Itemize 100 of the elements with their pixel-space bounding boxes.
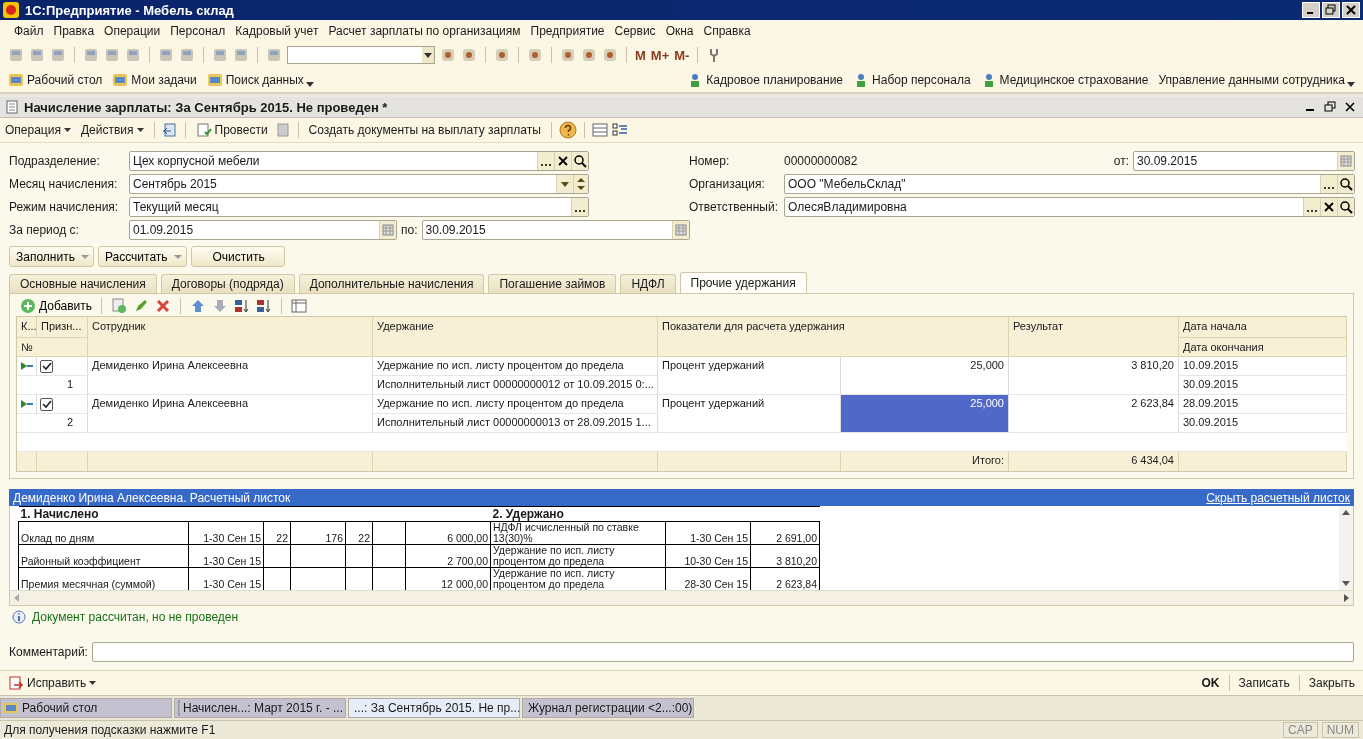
dropdown-icon[interactable] (1347, 81, 1355, 87)
menu-item[interactable]: Расчет зарплаты по организациям (328, 24, 521, 38)
move-up-icon[interactable] (190, 298, 207, 314)
panel-button[interactable]: Управление данными сотрудника (1158, 73, 1345, 87)
panel-button[interactable]: Кадровое планирование (687, 72, 844, 88)
table-cell[interactable]: 25,000 (841, 395, 1009, 433)
column-header[interactable]: Дата окончания (1179, 338, 1347, 357)
input-field[interactable]: ООО "МебельСклад" (784, 174, 1355, 194)
panel-button[interactable]: Рабочий стол (8, 72, 103, 88)
panel-button[interactable]: Медицинское страхование (980, 72, 1149, 88)
menu-item[interactable]: Справка (703, 24, 751, 38)
restore-icon[interactable] (1322, 2, 1340, 18)
date-field[interactable]: 01.09.2015 (129, 220, 397, 240)
import-icon[interactable] (161, 122, 178, 138)
input-field[interactable]: Сентябрь 2015 (129, 174, 589, 194)
column-header[interactable]: Удержание (373, 317, 658, 357)
menu-item[interactable]: Кадровый учет (235, 24, 319, 38)
column-header[interactable]: Результат (1009, 317, 1179, 357)
payslip-cell: НДФЛ исчисленный по ставке 13(30)% (493, 521, 639, 544)
scroll-down-icon[interactable] (1342, 581, 1350, 586)
tab[interactable]: Прочие удержания (679, 272, 807, 293)
payslip-cell: Премия месячная (суммой) (21, 578, 156, 590)
dropdown-icon[interactable] (556, 175, 573, 193)
vertical-scrollbar[interactable] (1339, 506, 1353, 590)
scroll-up-icon[interactable] (1342, 510, 1350, 515)
restore-icon[interactable] (1323, 101, 1337, 113)
ellipsis-icon[interactable] (571, 198, 588, 216)
fix-button[interactable]: Исправить (6, 675, 99, 691)
toolbar-button[interactable]: Операция (2, 121, 74, 139)
form-button[interactable]: Очистить (190, 246, 285, 267)
close-icon[interactable] (1343, 101, 1357, 113)
taskbar-item[interactable]: ...: За Сентябрь 2015. Не пр... (348, 698, 520, 718)
checkbox[interactable] (40, 359, 53, 373)
toolbar-button[interactable]: Создать документы на выплату зарплаты (305, 121, 544, 139)
dropdown-icon[interactable] (305, 81, 314, 87)
panel-button[interactable]: Набор персонала (853, 72, 971, 88)
pencil-icon[interactable] (133, 298, 150, 314)
copy-row-icon[interactable] (111, 298, 128, 314)
menu-item[interactable]: Файл (14, 24, 44, 38)
date-field[interactable]: 30.09.2015 (1133, 151, 1355, 171)
table-settings-icon[interactable] (291, 298, 308, 314)
clear-icon[interactable] (1320, 198, 1337, 216)
menu-item[interactable]: Окна (665, 24, 694, 38)
input-field[interactable]: ОлесяВладимировна (784, 197, 1355, 217)
panel-button[interactable]: Поиск данных (206, 72, 304, 88)
delete-icon[interactable] (155, 298, 172, 314)
form-button[interactable]: Рассчитать (97, 246, 187, 267)
taskbar-item[interactable]: Начислен...: Март 2015 г. - ... (174, 698, 346, 718)
minimize-icon[interactable] (1302, 2, 1320, 18)
checklist-icon[interactable] (611, 122, 628, 138)
horizontal-scrollbar[interactable] (10, 590, 1353, 605)
memory-button[interactable]: M+ (650, 47, 670, 63)
tab[interactable]: НДФЛ (620, 274, 676, 293)
menu-item[interactable]: Операции (104, 24, 161, 38)
toolbar-button[interactable]: Провести (192, 120, 271, 140)
memory-button[interactable]: M- (674, 47, 690, 63)
ellipsis-icon[interactable] (537, 152, 554, 170)
tab[interactable]: Дополнительные начисления (298, 274, 485, 293)
field-label: Комментарий: (9, 645, 88, 659)
hide-payslip-link[interactable]: Скрыть расчетный листок (1206, 490, 1350, 505)
footer-button[interactable]: Записать (1236, 676, 1292, 690)
menu-item[interactable]: Предприятие (530, 24, 605, 38)
taskbar-item[interactable]: Журнал регистрации <2...:00) (522, 698, 694, 718)
column-header[interactable]: Дата начала (1179, 317, 1347, 338)
dropdown-icon[interactable] (424, 52, 432, 58)
checkbox[interactable] (40, 397, 53, 411)
scroll-right-icon[interactable] (1344, 594, 1349, 602)
ellipsis-icon[interactable] (1303, 198, 1320, 216)
taskbar-item[interactable]: Рабочий стол (0, 698, 172, 718)
tab[interactable]: Погашение займов (488, 274, 617, 293)
tab[interactable]: Основные начисления (9, 274, 157, 293)
memory-button[interactable]: M (635, 47, 646, 63)
sort-ascending-icon[interactable] (234, 298, 251, 314)
footer-button[interactable]: OK (1199, 676, 1222, 690)
input-field[interactable]: Цех корпусной мебели (129, 151, 589, 171)
column-header[interactable]: Показатели для расчета удержания (658, 317, 1009, 357)
tab[interactable]: Договоры (подряда) (160, 274, 295, 293)
input-field[interactable]: Текущий месяц (129, 197, 589, 217)
ellipsis-icon[interactable] (1320, 175, 1337, 193)
column-header[interactable]: Призн... (37, 317, 88, 338)
list-view-icon[interactable] (591, 122, 608, 138)
help-icon[interactable] (558, 121, 577, 139)
column-header[interactable]: Сотрудник (88, 317, 373, 357)
toolbar-button[interactable]: Действия (77, 121, 147, 139)
menu-item[interactable]: Сервис (614, 24, 656, 38)
panel-button[interactable]: Мои задачи (112, 72, 197, 88)
column-header[interactable]: № (17, 338, 88, 357)
column-header[interactable]: К... (17, 317, 37, 338)
close-icon[interactable] (1342, 2, 1360, 18)
menu-item[interactable]: Правка (53, 24, 95, 38)
add-button[interactable]: Добавить (20, 298, 93, 314)
form-button[interactable]: Заполнить (9, 246, 94, 267)
sort-descending-icon[interactable] (256, 298, 273, 314)
date-field[interactable]: 30.09.2015 (421, 220, 690, 240)
comment-field[interactable] (91, 642, 1354, 662)
search-combo-field[interactable] (287, 46, 435, 64)
clear-icon[interactable] (554, 152, 571, 170)
footer-button[interactable]: Закрыть (1306, 676, 1357, 690)
spin-icon[interactable] (573, 175, 588, 193)
menu-item[interactable]: Персонал (170, 24, 226, 38)
